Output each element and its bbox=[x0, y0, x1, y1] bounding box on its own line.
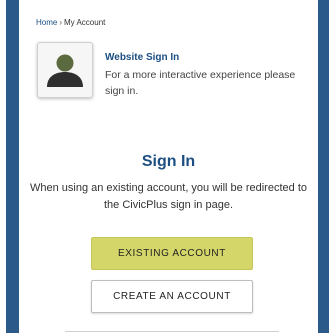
user-avatar-icon bbox=[37, 42, 93, 98]
existing-account-button[interactable]: EXISTING ACCOUNT bbox=[91, 237, 253, 270]
website-sign-in-description: For a more interactive experience please… bbox=[105, 69, 296, 97]
page-content: Home › My Account Website Sign In For a mo… bbox=[19, 0, 318, 333]
breadcrumb-home-link[interactable]: Home bbox=[36, 18, 57, 27]
frame-right-border bbox=[318, 0, 329, 333]
sign-in-explanation: When using an existing account, you will… bbox=[30, 182, 307, 211]
website-sign-in-title: Website Sign In bbox=[105, 52, 180, 63]
page-title: Sign In bbox=[141, 153, 196, 170]
user-silhouette-icon bbox=[47, 54, 83, 87]
breadcrumb-current: My Account bbox=[64, 18, 106, 27]
create-account-button[interactable]: CREATE AN ACCOUNT bbox=[91, 280, 253, 313]
frame-left-border bbox=[6, 0, 19, 333]
breadcrumb-separator: › bbox=[59, 18, 63, 27]
breadcrumb: Home › My Account bbox=[36, 18, 105, 27]
